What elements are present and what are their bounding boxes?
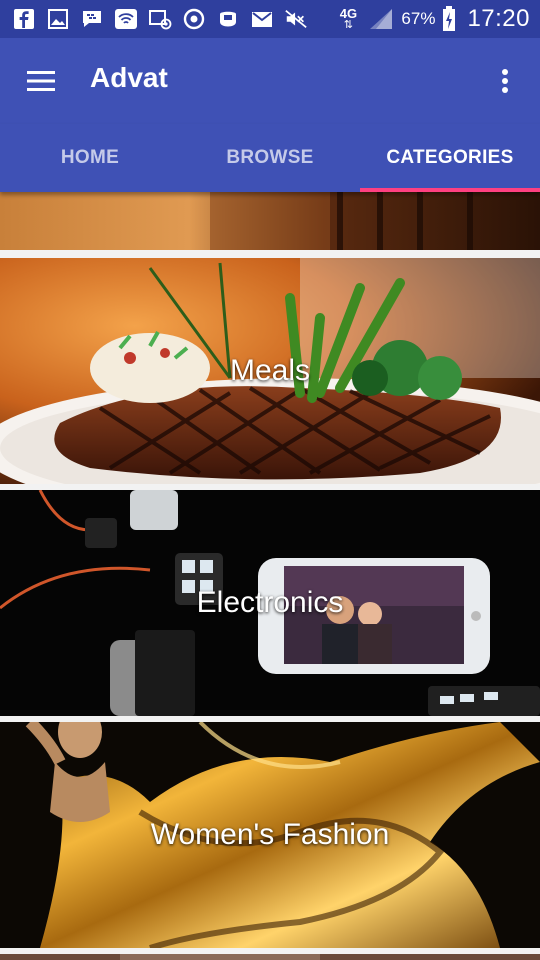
category-image	[0, 954, 540, 960]
status-indicators: 4G ⇅ 67% 17:20	[335, 4, 530, 34]
category-card[interactable]	[0, 192, 540, 250]
sync-icon	[182, 7, 206, 31]
notification-icons	[12, 6, 308, 32]
wifi-icon	[114, 7, 138, 31]
category-card[interactable]	[0, 954, 540, 960]
facebook-icon	[12, 7, 36, 31]
network-4g-icon: 4G ⇅	[339, 6, 358, 31]
gallery-icon	[46, 7, 70, 31]
bbm-icon	[80, 7, 104, 31]
image-at-icon	[148, 7, 172, 31]
ucoin-icon	[216, 7, 240, 31]
tab-browse[interactable]: BROWSE	[180, 124, 360, 192]
tab-home[interactable]: HOME	[0, 124, 180, 192]
category-label-electronics: Electronics	[196, 586, 344, 619]
category-label-womens-fashion: Women's Fashion	[150, 818, 390, 851]
category-card-meals[interactable]: Meals	[0, 258, 540, 484]
category-list[interactable]: Meals Electronics Women's Fashion	[0, 192, 540, 960]
battery-charging-icon	[441, 6, 457, 31]
category-card-electronics[interactable]: Electronics	[0, 490, 540, 716]
status-bar: 4G ⇅ 67% 17:20	[0, 0, 540, 38]
tab-categories[interactable]: CATEGORIES	[360, 124, 540, 192]
app-title: Advat	[90, 62, 168, 93]
tab-bar: HOME BROWSE CATEGORIES	[0, 124, 540, 192]
category-image	[0, 192, 540, 250]
more-vert-icon	[502, 69, 508, 93]
overflow-menu-button[interactable]	[490, 60, 520, 102]
menu-button[interactable]	[18, 60, 64, 102]
category-card-womens-fashion[interactable]: Women's Fashion	[0, 722, 540, 948]
gmail-icon	[250, 7, 274, 31]
clock: 17:20	[467, 5, 530, 32]
app-bar: Advat	[0, 38, 540, 124]
hamburger-menu-icon	[27, 71, 55, 91]
category-label-meals: Meals	[229, 354, 311, 387]
signal-icon	[367, 7, 395, 31]
mute-icon	[284, 7, 308, 31]
battery-percent: 67%	[401, 9, 436, 28]
